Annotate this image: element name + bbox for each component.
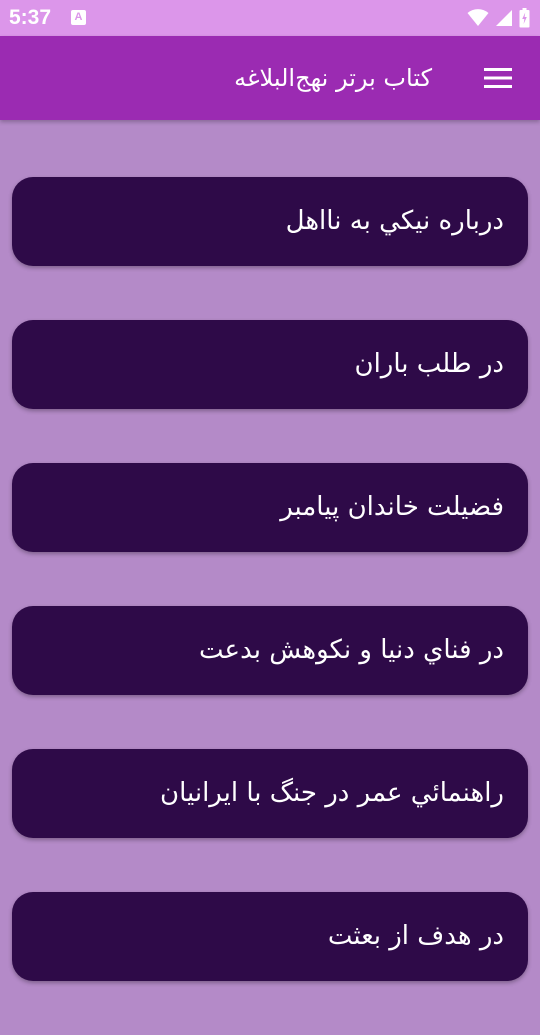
signal-icon [496,10,512,26]
menu-icon [484,68,512,88]
list-item[interactable]: راهنمائي عمر در جنگ با ايرانيان [12,749,528,838]
list-item-label: راهنمائي عمر در جنگ با ايرانيان [159,778,504,808]
status-bar: 5:37 A [0,0,540,36]
battery-icon [519,8,530,28]
status-time: 5:37 [9,6,52,29]
status-icons [461,6,530,30]
notification-icon: A [71,10,86,25]
list-item[interactable]: فضيلت خاندان پيامبر [12,463,528,552]
wifi-icon [467,9,489,26]
list-item[interactable]: در فناي دنيا و نکوهش بدعت [12,606,528,695]
list-item-label: فضيلت خاندان پيامبر [280,492,504,522]
menu-button[interactable] [474,54,522,102]
list-item-label: در طلب باران [354,349,504,379]
chapter-list: درباره نيکي به نااهل در طلب باران فضيلت … [12,177,528,1035]
list-item-label: درباره نيکي به نااهل [285,206,504,236]
list-item[interactable]: در طلب باران [12,320,528,409]
list-item[interactable]: درباره نيکي به نااهل [12,177,528,266]
app-title: کتاب برتر نهج‌البلاغه [234,64,432,92]
list-item-label: در هدف از بعثت [327,921,504,951]
app-bar: کتاب برتر نهج‌البلاغه [0,36,540,120]
list-item[interactable]: در هدف از بعثت [12,892,528,981]
list-item-label: در فناي دنيا و نکوهش بدعت [199,635,504,665]
